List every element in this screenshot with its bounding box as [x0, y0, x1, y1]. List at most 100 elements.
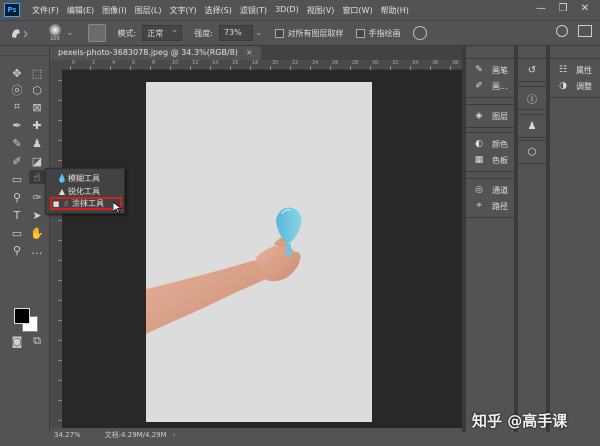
window-controls: — ❐ ✕ [530, 3, 596, 14]
mode-select[interactable]: 正常 [142, 25, 183, 41]
smudge-tool-label: 涂抹工具 [72, 199, 104, 208]
smudge-icon [12, 29, 28, 38]
dodge-tool-icon[interactable]: ⚲ [9, 190, 25, 204]
history-icon[interactable]: ↺ [518, 62, 546, 78]
finger-painting-label: 手指绘画 [368, 28, 401, 38]
properties-icon: ☷ [558, 65, 568, 75]
menu-image[interactable]: 图像(I) [102, 5, 127, 16]
photo-canvas[interactable] [146, 82, 372, 422]
strength-slider-toggle[interactable]: ⌄ [255, 28, 263, 38]
zoom-level[interactable]: 34.27% [54, 431, 81, 439]
tools-panel: ✥ ⬚ ⓞ ⬡ ⌗ ⊠ ✒ ✚ ✎ ♟ ✐ ◪ ▭ ☝ ⚲ ✑ T ➤ ▭ ✋ … [0, 46, 50, 432]
panel-layers[interactable]: ◈ 图层 [466, 108, 514, 124]
channels-icon: ◎ [475, 185, 483, 195]
options-right [556, 25, 592, 37]
clone-stamp-tool-icon[interactable]: ♟ [29, 136, 45, 150]
brush-settings-icon: ✐ [475, 81, 483, 91]
ruler-tick-label: 6 [132, 60, 136, 66]
menu-3d[interactable]: 3D(D) [275, 5, 299, 16]
more-tools-icon[interactable]: … [29, 243, 45, 257]
sharpen-tool-label: 锐化工具 [68, 187, 100, 196]
ruler-tick-label: 4 [112, 60, 116, 66]
crop-tool-icon[interactable]: ⌗ [9, 100, 25, 114]
menu-filter[interactable]: 滤镜(T) [240, 5, 267, 16]
workspace-icon[interactable] [578, 25, 592, 37]
gradient-tool-icon[interactable]: ▭ [9, 172, 25, 186]
blur-tool-item[interactable]: 💧 模糊工具 [48, 172, 124, 185]
quick-mask-icon[interactable]: ◙ [9, 334, 25, 348]
adjustments-icon: ◑ [559, 81, 567, 91]
document-tab[interactable]: pexels-photo-3683078.jpeg @ 34.3%(RGB/8)… [50, 46, 261, 60]
panel-swatches[interactable]: ▦ 色板 [466, 152, 514, 168]
mouse-cursor-icon [113, 202, 122, 214]
smudge-tool-button[interactable]: ☝ [29, 170, 45, 184]
panel-brush[interactable]: ✎ 画笔 [466, 62, 514, 78]
panel-dock-3: ☷ 属性 ◑ 调整 [550, 50, 600, 430]
minimize-button[interactable]: — [530, 3, 552, 14]
pen-tool-icon[interactable]: ✑ [29, 190, 45, 204]
foreground-color-swatch[interactable] [14, 308, 30, 324]
ruler-tick-label: 18 [252, 60, 259, 66]
color-icon: ◐ [475, 139, 483, 149]
tool-preset-picker[interactable] [8, 23, 38, 43]
ruler-tick-label: 2 [92, 60, 96, 66]
brush-icon: ✎ [475, 65, 483, 75]
eraser-tool-icon[interactable]: ◪ [29, 154, 45, 168]
canvas-area[interactable] [62, 70, 462, 428]
3d-panel-group: ⬡ [518, 140, 546, 164]
panel-channels[interactable]: ◎ 通道 [466, 182, 514, 198]
history-brush-tool-icon[interactable]: ✐ [9, 154, 25, 168]
menu-select[interactable]: 选择(S) [205, 5, 232, 16]
zoom-tool-icon[interactable]: ⚲ [9, 243, 25, 257]
toolbar-grip[interactable] [0, 46, 49, 56]
hand-holding-cup-image [146, 207, 302, 334]
smudge-tool-item[interactable]: ■ ☝ 涂抹工具 [50, 197, 122, 210]
chevron-down-icon[interactable]: ⌄ [66, 28, 74, 38]
brush-preset-picker[interactable]: 105 [46, 24, 64, 42]
sharpen-icon: ▲ [58, 187, 66, 196]
finger-painting-checkbox[interactable] [355, 28, 365, 38]
frame-tool-icon[interactable]: ⊠ [29, 100, 45, 114]
menu-window[interactable]: 窗口(W) [342, 5, 372, 16]
clone-source-icon[interactable]: ♟ [518, 118, 546, 134]
panel-dock-1: ✎ 画笔 ✐ 画... ◈ 图层 ◐ 颜色 ▦ 色板 ◎ 通道 ⌖ 路径 [466, 50, 514, 430]
close-button[interactable]: ✕ [574, 3, 596, 14]
close-tab-icon[interactable]: × [246, 48, 253, 57]
eyedropper-tool-icon[interactable]: ✒ [9, 118, 25, 132]
path-select-tool-icon[interactable]: ➤ [29, 208, 45, 222]
panel-brush-settings[interactable]: ✐ 画... [466, 78, 514, 94]
panel-paths[interactable]: ⌖ 路径 [466, 198, 514, 214]
rectangle-tool-icon[interactable]: ▭ [9, 226, 25, 240]
brush-tip-icon [49, 24, 61, 36]
menu-type[interactable]: 文字(Y) [169, 5, 196, 16]
type-tool-icon[interactable]: T [9, 208, 25, 222]
3d-icon[interactable]: ⬡ [518, 144, 546, 160]
strength-input[interactable]: 73% [218, 25, 253, 41]
hand-tool-icon[interactable]: ✋ [29, 226, 45, 240]
photoshop-logo: Ps [4, 3, 20, 17]
panel-color[interactable]: ◐ 颜色 [466, 136, 514, 152]
menu-file[interactable]: 文件(F) [32, 5, 59, 16]
status-menu-icon[interactable]: › [173, 431, 176, 439]
healing-brush-tool-icon[interactable]: ✚ [29, 118, 45, 132]
panel-adjustments[interactable]: ◑ 调整 [550, 78, 600, 94]
search-icon[interactable] [556, 25, 568, 37]
brush-tool-icon[interactable]: ✎ [9, 136, 25, 150]
quick-select-tool-icon[interactable]: ⬡ [29, 83, 45, 97]
lasso-tool-icon[interactable]: ⓞ [9, 83, 25, 97]
screen-mode-icon[interactable]: ⧉ [29, 334, 45, 348]
panel-properties[interactable]: ☷ 属性 [550, 62, 600, 78]
marquee-tool-icon[interactable]: ⬚ [29, 66, 45, 80]
restore-button[interactable]: ❐ [552, 3, 574, 14]
sample-all-layers-checkbox[interactable] [274, 28, 284, 38]
move-tool-icon[interactable]: ✥ [9, 66, 25, 80]
pressure-icon[interactable] [412, 26, 427, 40]
menu-edit[interactable]: 编辑(E) [67, 5, 94, 16]
horizontal-ruler: 0 2 4 6 8 10 12 14 16 18 20 22 24 26 28 30 32 34 36 38 [62, 60, 462, 70]
menu-layer[interactable]: 图层(L) [135, 5, 162, 16]
info-icon[interactable]: ⓘ [518, 90, 546, 106]
brush-settings-button[interactable] [87, 24, 106, 42]
menu-help[interactable]: 帮助(H) [381, 5, 409, 16]
ruler-origin[interactable] [50, 60, 62, 70]
menu-view[interactable]: 视图(V) [307, 5, 335, 16]
